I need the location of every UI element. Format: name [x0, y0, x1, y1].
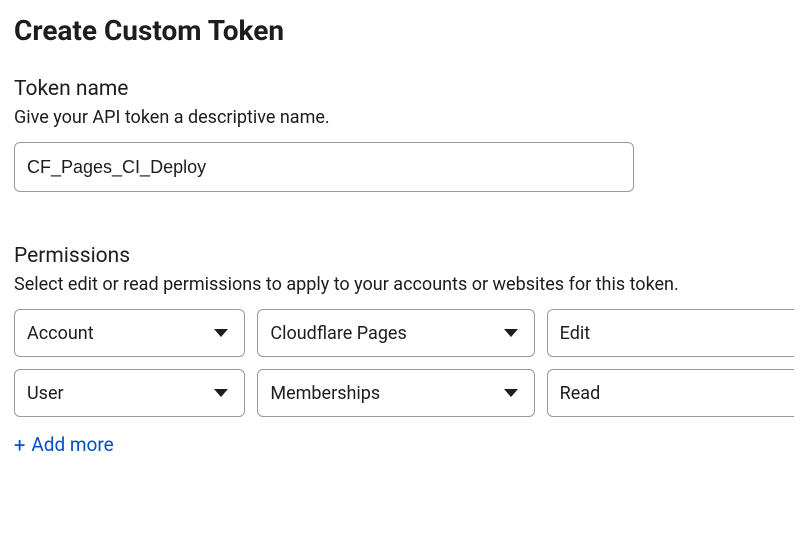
access-select[interactable]: Read [547, 369, 794, 417]
permission-row: Account Cloudflare Pages Edit [14, 309, 794, 357]
access-select-value: Edit [560, 323, 782, 344]
chevron-down-icon [214, 329, 228, 337]
page-title: Create Custom Token [14, 14, 794, 47]
token-name-section: Token name Give your API token a descrip… [14, 77, 794, 192]
permission-row: User Memberships Read [14, 369, 794, 417]
token-name-description: Give your API token a descriptive name. [14, 107, 794, 128]
token-name-label: Token name [14, 77, 794, 101]
scope-select[interactable]: User [14, 369, 245, 417]
resource-select-value: Cloudflare Pages [270, 323, 503, 344]
scope-select-value: Account [27, 323, 214, 344]
resource-select[interactable]: Cloudflare Pages [257, 309, 534, 357]
chevron-down-icon [504, 329, 518, 337]
chevron-down-icon [214, 389, 228, 397]
resource-select-value: Memberships [270, 383, 503, 404]
add-more-label: Add more [31, 433, 113, 456]
permissions-section: Permissions Select edit or read permissi… [14, 244, 794, 456]
permissions-description: Select edit or read permissions to apply… [14, 274, 794, 295]
resource-select[interactable]: Memberships [257, 369, 534, 417]
plus-icon: + [14, 435, 25, 455]
scope-select[interactable]: Account [14, 309, 245, 357]
add-more-button[interactable]: + Add more [14, 433, 114, 456]
permissions-label: Permissions [14, 244, 794, 268]
access-select[interactable]: Edit [547, 309, 794, 357]
scope-select-value: User [27, 383, 214, 404]
access-select-value: Read [560, 383, 782, 404]
chevron-down-icon [504, 389, 518, 397]
token-name-input[interactable] [14, 142, 634, 192]
